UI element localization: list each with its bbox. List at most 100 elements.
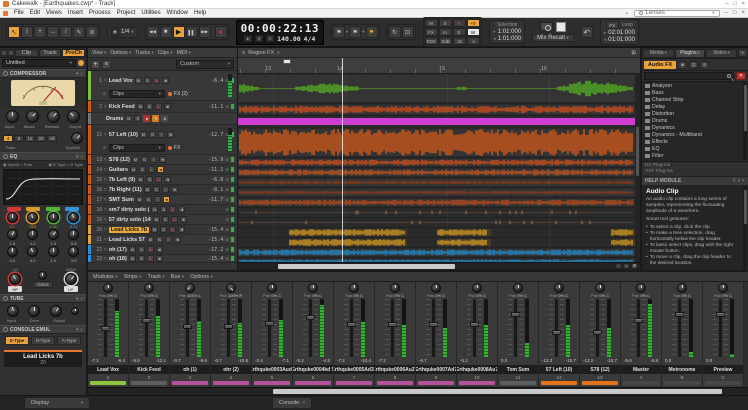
arm-button[interactable]: ● <box>153 77 160 84</box>
phase-icon[interactable]: ⊘ <box>225 227 229 233</box>
smart-tool[interactable]: ↖ <box>8 26 20 38</box>
menu-window[interactable]: Window <box>164 10 191 16</box>
clip-lane[interactable] <box>238 188 640 198</box>
hi-shelf-knob[interactable] <box>65 273 77 285</box>
timing-tool[interactable]: ↔ <box>47 26 59 38</box>
layout-icon[interactable]: ▤ <box>689 61 698 69</box>
track-row[interactable]: 22 ≈ oh (17) MS●◄ -17.2 ⊘ <box>88 245 237 255</box>
strip-name[interactable]: Erthquke0005Ad34 <box>334 365 374 374</box>
solo-button[interactable]: S <box>134 115 141 122</box>
pan-knob[interactable] <box>513 283 523 293</box>
ratio-8-button[interactable]: 8 <box>14 135 24 142</box>
pan-knob[interactable] <box>472 283 482 293</box>
track-volume-db[interactable]: -11.7 <box>208 197 223 203</box>
volume-fader[interactable] <box>514 299 517 357</box>
track-name[interactable]: 57 dirty solo (14 <box>109 217 151 223</box>
volume-fader[interactable] <box>145 299 148 357</box>
track-volume-db[interactable]: -8.1 <box>211 187 223 193</box>
dock-icon[interactable] <box>1 50 7 56</box>
input-echo-button[interactable]: ◄ <box>164 176 171 183</box>
volume-fader[interactable] <box>473 299 476 357</box>
inspector-tab-clip[interactable]: Clip <box>15 49 38 57</box>
track-name[interactable]: 57 Left (10) <box>109 132 138 138</box>
volume-fader[interactable] <box>268 299 271 357</box>
mute-button[interactable]: M <box>129 246 136 253</box>
play-button[interactable]: ▶ <box>173 26 185 38</box>
eq-gain-knob[interactable] <box>27 229 38 240</box>
tube-output-knob[interactable] <box>50 305 62 317</box>
clear-search-button[interactable]: ✕ <box>736 72 746 80</box>
track-volume-db[interactable]: -11.1 <box>208 104 223 110</box>
input-echo-button[interactable]: ◄ <box>163 196 170 203</box>
mute-button[interactable]: M <box>125 115 132 122</box>
track-name[interactable]: S78 (12) <box>109 157 130 163</box>
track-row[interactable]: 15 ≈ 7b Left (9) MS●◄ -6.8 ⊘ <box>88 175 237 185</box>
phase-icon[interactable]: ⊘ <box>225 217 229 223</box>
loop-icon[interactable]: ↻ <box>389 26 401 38</box>
lo-shelf-knob[interactable] <box>9 273 21 285</box>
playhead[interactable] <box>342 58 343 262</box>
console-strip[interactable]: Pan 0% C -7.2 Erthquke0006Au2T 8 <box>375 282 416 387</box>
lane-icon[interactable]: ≡ <box>103 91 106 97</box>
solo-button[interactable]: S <box>149 131 156 138</box>
audio-clip[interactable] <box>238 118 640 125</box>
console-strip[interactable]: Pan 0% C -7.2-10.4 Erthquke0005Ad34 7 <box>334 282 375 387</box>
phase-icon[interactable]: ⊘ <box>225 197 229 203</box>
track-manager-button[interactable]: ≡ <box>102 60 111 69</box>
preset-selector[interactable]: Untitled▾ <box>2 59 76 67</box>
loop-from[interactable]: 02:01:000 <box>608 30 635 36</box>
phase-icon[interactable]: ⊘ <box>225 237 229 243</box>
mix--button[interactable]: ∞ <box>467 37 480 45</box>
eq-gain-knob[interactable] <box>68 229 79 240</box>
mix-0-button[interactable]: +0 <box>467 19 480 27</box>
console-emulator-header[interactable]: CONSOLE EMUL▾≡ <box>0 325 86 334</box>
strip-name[interactable]: Master <box>621 365 661 374</box>
compressor-attack-knob[interactable] <box>26 110 39 123</box>
plugin-category[interactable]: Effects <box>642 138 748 145</box>
console-strip[interactable]: Pan 0% C -6.7 Erthquke0007Ad7 9 <box>416 282 457 387</box>
console-strip[interactable]: Pan 0% C -7.2-6.4 Lead Vox 1 <box>88 282 129 387</box>
console-strip[interactable]: Pan 0% C -5.6-5.8 Master A <box>621 282 662 387</box>
input-echo-button[interactable]: ◄ <box>164 103 171 110</box>
volume-fader[interactable] <box>719 299 722 357</box>
audio-engine-icon[interactable]: ▸ <box>244 35 252 42</box>
input-echo-button[interactable]: ◄ <box>178 206 185 213</box>
inspector-tab-proch[interactable]: ProCh <box>62 49 85 57</box>
mute-button[interactable]: M <box>151 206 158 213</box>
list-scrollbar[interactable] <box>743 83 747 160</box>
tube-header[interactable]: TUBE▾≡ <box>0 294 86 303</box>
folder-edit-icon[interactable]: ✎ <box>152 115 159 122</box>
arm-button[interactable]: ● <box>150 156 157 163</box>
rewind-button[interactable]: ◀◀ <box>147 26 159 38</box>
ratio-4-button[interactable]: 4 <box>3 135 13 142</box>
volume-fader[interactable] <box>678 299 681 357</box>
input-echo-button[interactable]: ◄ <box>156 246 163 253</box>
eq-freq-knob[interactable] <box>27 212 38 223</box>
pan-knob[interactable] <box>267 283 277 293</box>
browser-tab-notes[interactable]: Notes ▾ <box>706 49 737 58</box>
eq-q-knob[interactable] <box>48 246 59 257</box>
mute-button[interactable]: M <box>144 186 151 193</box>
strip-name[interactable]: 57 Left (10) <box>539 365 579 374</box>
solo-button[interactable]: S <box>160 226 167 233</box>
eq-freq-knob[interactable] <box>68 212 79 223</box>
drywet-knob[interactable] <box>71 132 83 144</box>
mute-button[interactable]: M <box>130 166 137 173</box>
mute-button[interactable]: M <box>129 255 136 262</box>
phase-icon[interactable]: ⊘ <box>225 187 229 193</box>
pan-knob[interactable] <box>390 283 400 293</box>
arm-button[interactable]: ● <box>155 103 162 110</box>
mix-FX-button[interactable]: FX <box>425 28 438 36</box>
erase-tool[interactable]: ⊘ <box>86 26 98 38</box>
console-type-n-type[interactable]: N-Type <box>31 336 55 345</box>
export-doc-icon[interactable] <box>556 22 566 32</box>
compressor-input-knob[interactable] <box>6 110 19 123</box>
track-volume-db[interactable]: -15.4 <box>208 256 223 262</box>
display-tab[interactable]: Display▾ <box>24 397 90 408</box>
rack-icon[interactable]: ⊞ <box>700 61 709 69</box>
arm-button[interactable]: ● <box>158 131 165 138</box>
phase-icon[interactable]: ⊘ <box>225 104 229 110</box>
move-tool[interactable]: + <box>34 26 46 38</box>
phase-icon[interactable]: ⊘ <box>225 256 229 262</box>
eq-freq-knob[interactable] <box>7 212 18 223</box>
